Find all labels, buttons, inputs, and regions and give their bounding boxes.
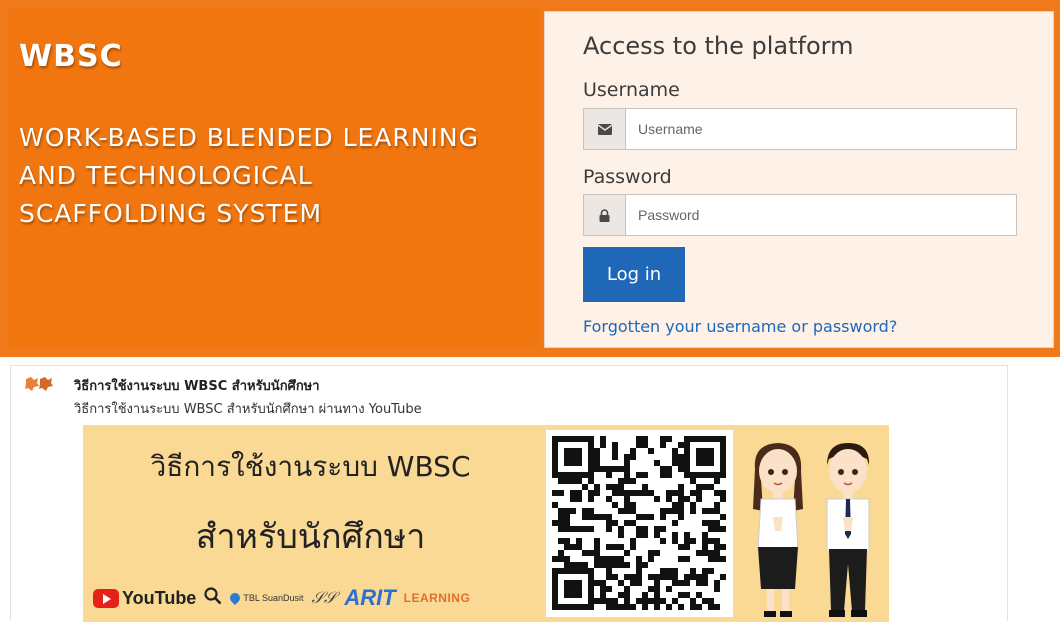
hero-banner: WBSC WORK-BASED BLENDED LEARNING AND TEC… xyxy=(0,0,1060,357)
tbl-logo: TBL SuanDusit xyxy=(228,590,304,606)
tagline-line: WORK-BASED BLENDED LEARNING xyxy=(19,123,479,152)
username-input[interactable] xyxy=(626,109,1016,149)
banner-logos: YouTube TBL SuanDusit 𝒮𝒮 ARIT LEARNING xyxy=(93,585,470,611)
site-brand: WBSC xyxy=(19,39,123,74)
qr-code xyxy=(546,430,733,617)
hero-brand-panel: WBSC WORK-BASED BLENDED LEARNING AND TEC… xyxy=(9,9,539,347)
login-button[interactable]: Log in xyxy=(583,247,685,302)
puzzle-icon xyxy=(25,376,53,396)
location-pin-icon xyxy=(228,590,243,606)
lock-icon xyxy=(584,195,626,235)
banner-subheading: สำหรับนักศึกษา xyxy=(195,517,426,557)
search-icon xyxy=(204,586,222,610)
learning-logo: LEARNING xyxy=(404,591,471,605)
tutorial-banner-image[interactable]: วิธีการใช้งานระบบ WBSC สำหรับนักศึกษา Yo… xyxy=(83,425,889,622)
forgot-password-link[interactable]: Forgotten your username or password? xyxy=(583,317,897,336)
username-label: Username xyxy=(583,79,680,101)
tagline-line: SCAFFOLDING SYSTEM xyxy=(19,199,323,228)
password-label: Password xyxy=(583,166,672,188)
youtube-logo: YouTube xyxy=(93,588,196,609)
login-title: Access to the platform xyxy=(583,32,854,60)
password-input[interactable] xyxy=(626,195,1016,235)
banner-heading: วิธีการใช้งานระบบ WBSC xyxy=(150,450,471,483)
male-student-illustration xyxy=(813,439,883,622)
card-description: วิธีการใช้งานระบบ WBSC สำหรับนักศึกษา ผ่… xyxy=(74,402,422,417)
envelope-icon xyxy=(584,109,626,149)
signature-logo: 𝒮𝒮 xyxy=(311,588,337,607)
female-student-illustration xyxy=(743,439,813,622)
learning-logo-text: LEARNING xyxy=(403,591,471,605)
card-title-link[interactable]: วิธีการใช้งานระบบ WBSC สำหรับนักศึกษา xyxy=(74,375,320,396)
tbl-logo-text: TBL SuanDusit xyxy=(243,593,304,603)
youtube-play-icon xyxy=(93,588,119,608)
password-field-group xyxy=(583,194,1017,236)
username-field-group xyxy=(583,108,1017,150)
login-panel: Access to the platform Username Password… xyxy=(544,11,1054,348)
tagline-line: AND TECHNOLOGICAL xyxy=(19,161,313,190)
site-tagline: WORK-BASED BLENDED LEARNING AND TECHNOLO… xyxy=(19,119,549,233)
arit-logo: ARIT xyxy=(344,585,396,610)
youtube-logo-text: YouTube xyxy=(122,587,197,608)
course-announcement-card: วิธีการใช้งานระบบ WBSC สำหรับนักศึกษา วิ… xyxy=(10,365,1008,622)
